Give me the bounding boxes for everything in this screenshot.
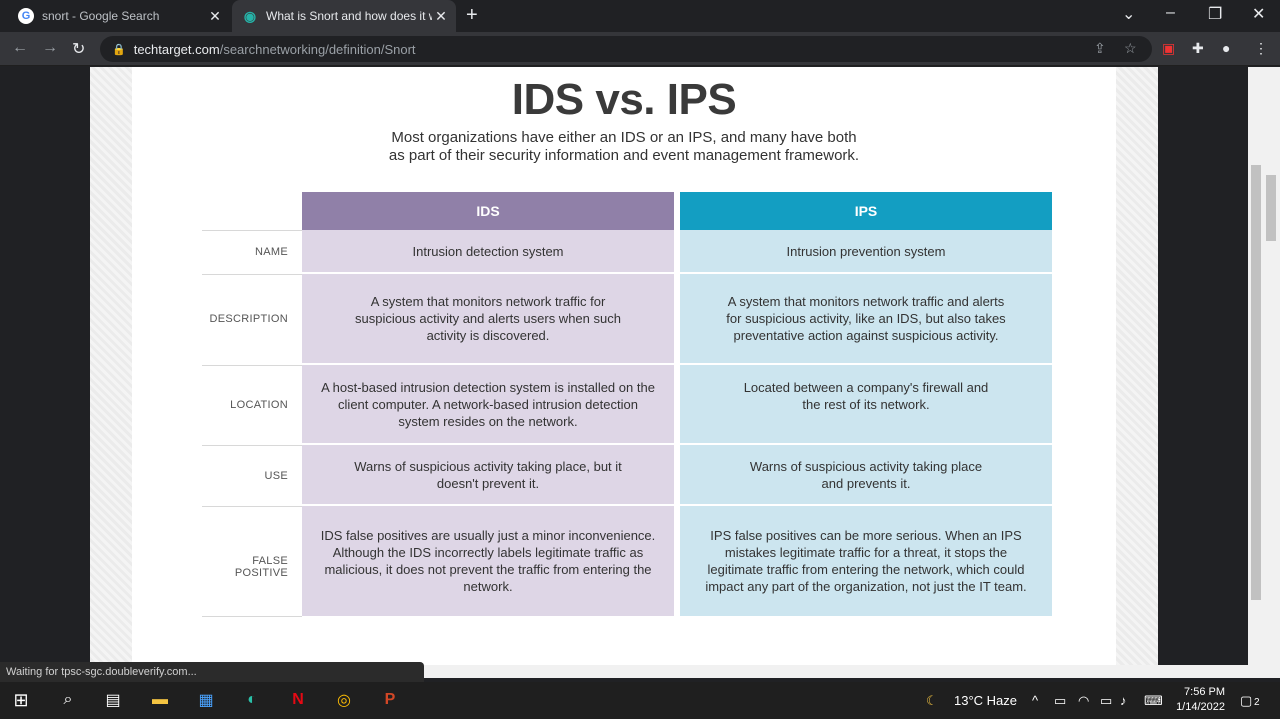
- ids-cell: Intrusion detection system: [302, 230, 674, 272]
- chevron-up-icon[interactable]: ^: [1032, 693, 1038, 708]
- status-bubble: Waiting for tpsc-sgc.doubleverify.com...: [0, 662, 424, 682]
- reload-button[interactable]: ↻: [72, 39, 85, 59]
- tab-title: snort - Google Search: [42, 9, 160, 23]
- close-icon[interactable]: ✕: [432, 8, 450, 25]
- table-row-location: LOCATION A host-based intrusion detectio…: [202, 365, 1052, 445]
- url-path: /searchnetworking/definition/Snort: [219, 41, 416, 57]
- microsoft-store-icon[interactable]: ▦: [195, 689, 217, 711]
- row-label: FALSE POSITIVE: [234, 555, 288, 579]
- subtitle-line: as part of their security information an…: [388, 147, 860, 164]
- infographic-title: IDS vs. IPS: [511, 75, 737, 124]
- ips-column-header: IPS: [680, 192, 1052, 230]
- share-icon[interactable]: ⇪: [1094, 40, 1106, 57]
- google-icon: G: [18, 8, 34, 24]
- powerpoint-icon[interactable]: P: [379, 689, 401, 711]
- ids-cell: IDS false positives are usually just a m…: [302, 506, 674, 616]
- tab-techtarget[interactable]: ◉ What is Snort and how does it w ✕: [232, 0, 456, 32]
- close-window-button[interactable]: ✕: [1252, 4, 1265, 24]
- weather-moon-icon[interactable]: ☾: [926, 693, 938, 709]
- back-button[interactable]: ←: [12, 39, 28, 57]
- ids-cell: A host-based intrusion detection system …: [302, 365, 674, 443]
- volume-icon[interactable]: ♪: [1120, 693, 1127, 708]
- ips-cell: Intrusion prevention system: [680, 230, 1052, 272]
- meet-now-icon[interactable]: ▭: [1054, 693, 1066, 709]
- table-row-description: DESCRIPTION A system that monitors netwo…: [202, 274, 1052, 365]
- scrollbar-thumb[interactable]: [1251, 165, 1261, 600]
- tab-google-search[interactable]: G snort - Google Search ✕: [8, 0, 230, 32]
- keyboard-icon[interactable]: ⌨: [1144, 693, 1163, 709]
- subtitle-line: Most organizations have either an IDS or…: [391, 129, 857, 146]
- ids-cell: Warns of suspicious activity taking plac…: [302, 445, 674, 504]
- edge-icon[interactable]: ◐: [241, 689, 263, 711]
- row-label: LOCATION: [230, 399, 288, 411]
- wifi-icon[interactable]: ◠: [1078, 693, 1089, 709]
- tab-strip: G snort - Google Search ✕ ◉ What is Snor…: [0, 0, 1280, 32]
- task-view-icon[interactable]: ▤: [102, 689, 124, 711]
- row-label: DESCRIPTION: [209, 313, 288, 325]
- table-row-use: USE Warns of suspicious activity taking …: [202, 445, 1052, 506]
- ips-cell: Located between a company's firewall and…: [680, 365, 1052, 443]
- forward-button[interactable]: →: [42, 39, 58, 57]
- scrollbar-thumb[interactable]: [1266, 175, 1276, 241]
- browser-toolbar: ← → ↻ 🔒 techtarget.com/searchnetworking/…: [0, 32, 1280, 66]
- tab-search-chevron-icon[interactable]: ⌄: [1122, 4, 1135, 24]
- new-tab-button[interactable]: +: [466, 4, 478, 27]
- techtarget-icon: ◉: [243, 7, 257, 24]
- address-bar[interactable]: 🔒 techtarget.com/searchnetworking/defini…: [100, 36, 1152, 62]
- table-row-false-positive: FALSE POSITIVE IDS false positives are u…: [202, 506, 1052, 618]
- ips-cell: Warns of suspicious activity taking plac…: [680, 445, 1052, 504]
- pocket-extension-icon[interactable]: ▣: [1162, 40, 1175, 57]
- profile-avatar-icon[interactable]: ●: [1222, 40, 1230, 56]
- vertical-scrollbar[interactable]: [1248, 67, 1280, 678]
- extensions-puzzle-icon[interactable]: ✚: [1192, 40, 1204, 57]
- file-explorer-icon[interactable]: ▬: [149, 689, 171, 711]
- windows-start-icon[interactable]: ⊞: [10, 689, 32, 711]
- row-label: NAME: [255, 246, 288, 258]
- clock-time: 7:56 PM: [1184, 686, 1225, 698]
- infographic-subtitle: Most organizations have either an IDS or…: [132, 129, 1116, 165]
- search-icon[interactable]: ⌕: [57, 689, 79, 711]
- infographic: IDS vs. IPS Most organizations have eith…: [132, 67, 1116, 665]
- restore-button[interactable]: ❐: [1208, 4, 1222, 24]
- netflix-icon[interactable]: N: [287, 689, 309, 711]
- page-viewport: IDS vs. IPS Most organizations have eith…: [0, 67, 1248, 665]
- clock-date: 1/14/2022: [1176, 701, 1225, 713]
- weather-text[interactable]: 13°C Haze: [954, 693, 1017, 708]
- ids-column-header: IDS: [302, 192, 674, 230]
- tab-title: What is Snort and how does it w: [266, 9, 432, 23]
- windows-taskbar: ⊞ ⌕ ▤ ▬ ▦ ◐ N ◎ P ☾ 13°C Haze ^ ▭ ◠ ▭ ♪ …: [0, 682, 1280, 719]
- clock[interactable]: 7:56 PM 1/14/2022: [1176, 685, 1225, 715]
- ids-cell: A system that monitors network traffic f…: [302, 274, 674, 363]
- bookmark-star-icon[interactable]: ☆: [1124, 40, 1137, 57]
- chrome-icon[interactable]: ◎: [333, 689, 355, 711]
- url-host: techtarget.com: [133, 41, 220, 57]
- notification-icon[interactable]: ▢: [1240, 693, 1252, 709]
- close-icon[interactable]: ✕: [206, 8, 224, 25]
- row-label: USE: [264, 470, 288, 482]
- notification-count: 2: [1254, 697, 1260, 708]
- battery-icon[interactable]: ▭: [1100, 693, 1112, 709]
- minimize-button[interactable]: –: [1166, 4, 1175, 22]
- ips-cell: A system that monitors network traffic a…: [680, 274, 1052, 363]
- ips-cell: IPS false positives can be more serious.…: [680, 506, 1052, 616]
- menu-kebab-icon[interactable]: ⋮: [1254, 40, 1268, 57]
- lock-icon: 🔒: [112, 43, 126, 56]
- table-row-name: NAME Intrusion detection system Intrusio…: [202, 230, 1052, 274]
